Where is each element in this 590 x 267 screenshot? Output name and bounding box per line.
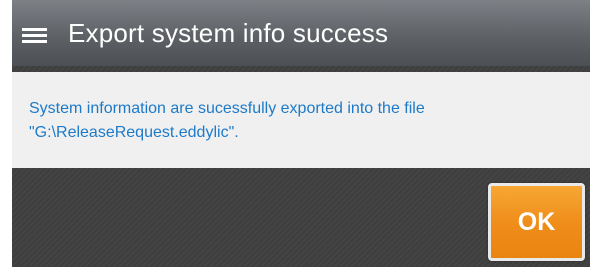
dialog-title-bar: Export system info success: [12, 0, 590, 66]
hamburger-menu-icon[interactable]: [22, 28, 47, 43]
message-text: System information are sucessfully expor…: [29, 97, 549, 145]
message-line-1: System information are sucessfully expor…: [29, 100, 425, 117]
dialog-title: Export system info success: [68, 18, 389, 48]
message-panel: System information are sucessfully expor…: [12, 72, 590, 168]
ok-button[interactable]: OK: [488, 183, 585, 261]
message-line-2: "G:\ReleaseRequest.eddylic".: [29, 124, 239, 141]
